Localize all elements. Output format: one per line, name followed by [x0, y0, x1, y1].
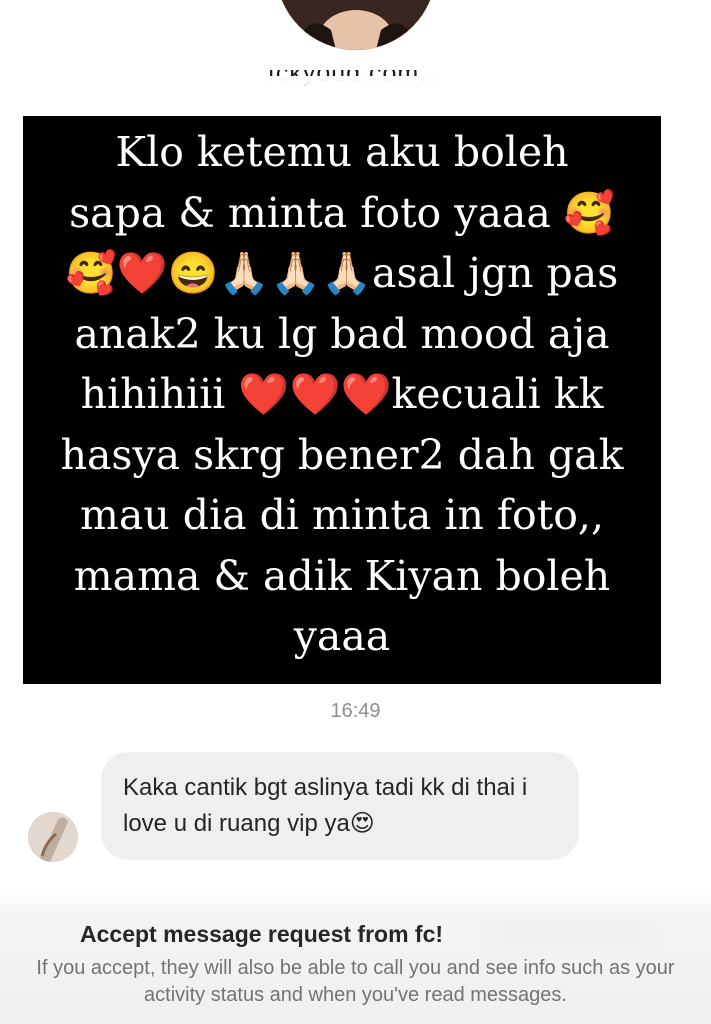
story-reply-text: Klo ketemu aku boleh sapa & minta foto y… — [60, 128, 624, 660]
incoming-message-text: Kaka cantik bgt aslinya tadi kk di thai … — [123, 774, 528, 837]
profile-avatar[interactable] — [276, 0, 436, 50]
accept-request-description: If you accept, they will also be able to… — [36, 957, 675, 1006]
sender-avatar[interactable] — [28, 812, 78, 862]
incoming-message-bubble[interactable]: Kaka cantik bgt aslinya tadi kk di thai … — [101, 752, 579, 860]
message-timestamp: 16:49 — [330, 700, 381, 722]
sender-avatar-image — [28, 812, 78, 862]
profile-photo-image — [276, 0, 436, 50]
username-redaction — [235, 76, 480, 88]
request-title-redaction — [480, 920, 660, 950]
accept-request-title: Accept message request from fc! — [80, 921, 444, 947]
story-reply-card[interactable]: Klo ketemu aku boleh sapa & minta foto y… — [23, 116, 661, 684]
